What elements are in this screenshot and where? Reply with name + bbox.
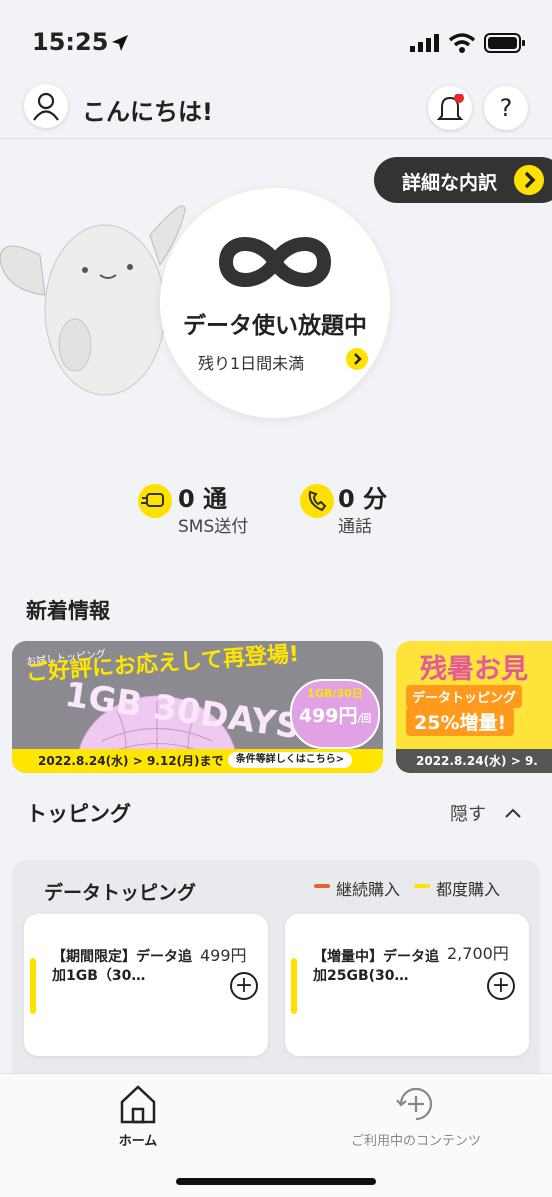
status-time: 15:25 xyxy=(32,28,109,56)
add-icon[interactable]: + xyxy=(487,972,515,1000)
product-price: 2,700円 xyxy=(447,944,509,963)
sms-icon xyxy=(138,484,172,518)
help-label: ? xyxy=(499,94,513,122)
detail-breakdown-button[interactable]: 詳細な内訳 xyxy=(374,157,552,203)
detail-breakdown-label: 詳細な内訳 xyxy=(402,172,498,194)
banner1-period: 2022.8.24(水) > 9.12(月)まで xyxy=(38,754,224,768)
product-name: 【増量中】データ追加25GB(30… xyxy=(313,949,439,984)
phone-icon xyxy=(300,484,334,518)
home-indicator xyxy=(176,1178,376,1185)
bell-icon xyxy=(437,94,464,120)
home-icon xyxy=(120,1085,156,1124)
data-status-title: データ使い放題中 xyxy=(183,313,367,339)
product-price: 499円 xyxy=(200,946,247,965)
call-label: 通話 xyxy=(338,517,372,537)
nav-home-label: ホーム xyxy=(118,1134,158,1149)
banner2-sub2: 25%増量! xyxy=(406,707,515,736)
banner2-sub1: データトッピング xyxy=(406,685,523,708)
nav-home[interactable]: ホーム xyxy=(100,1082,176,1152)
data-status-card[interactable]: データ使い放題中 残り1日間未満 xyxy=(160,188,390,418)
legend-each-marker xyxy=(414,884,430,888)
refresh-plus-icon xyxy=(396,1087,433,1121)
banner2-period: 2022.8.24(水) > 9. xyxy=(416,754,538,768)
data-topping-title: データトッピング xyxy=(44,882,197,904)
topping-toggle-label: 隠す xyxy=(450,804,486,825)
greeting-text: こんにちは! xyxy=(82,98,213,126)
signal-icon xyxy=(410,34,439,52)
user-icon xyxy=(33,92,59,121)
profile-button[interactable] xyxy=(24,84,68,128)
nav-contents[interactable]: ご利用中のコンテンツ xyxy=(334,1082,498,1152)
wifi-icon xyxy=(448,33,476,53)
sms-label: SMS送付 xyxy=(178,517,249,537)
chevron-right-icon xyxy=(346,348,368,370)
topping-toggle[interactable]: 隠す xyxy=(450,800,523,826)
add-icon[interactable]: + xyxy=(230,972,258,1000)
chevron-up-icon xyxy=(505,808,521,818)
data-topping-panel: データトッピング 継続購入 都度購入 【期間限定】データ追加1GB（30… 49… xyxy=(12,860,540,1100)
news-banner-summer[interactable]: 残暑お見 データトッピング 25%増量! 2022.8.24(水) > 9. xyxy=(396,641,552,773)
banner1-price-badge: 1GB/30日 499円/回 xyxy=(290,679,380,749)
banner1-link[interactable]: 条件等詳しくはこちら> xyxy=(228,752,352,768)
topping-section-title: トッピング xyxy=(26,802,131,826)
battery-icon xyxy=(484,33,525,53)
infinity-icon xyxy=(218,237,332,287)
legend-continuous-label: 継続購入 xyxy=(336,880,401,899)
banner1-price-unit: /回 xyxy=(357,714,372,725)
legend-each-label: 都度購入 xyxy=(436,880,501,899)
purchase-type-bar xyxy=(291,958,297,1014)
chevron-right-icon xyxy=(514,165,544,195)
banner2-headline: 残暑お見 xyxy=(420,654,528,685)
app-header: こんにちは! ? xyxy=(0,80,552,139)
banner1-footer: 2022.8.24(水) > 9.12(月)まで 条件等詳しくはこちら> xyxy=(12,749,383,773)
purchase-type-bar xyxy=(30,958,36,1014)
status-bar: 15:25 xyxy=(0,0,552,80)
call-minutes: 0 分 xyxy=(338,485,388,513)
sms-count: 0 通 xyxy=(178,485,228,513)
notification-button[interactable] xyxy=(428,86,472,130)
banner1-price: 499円 xyxy=(298,705,358,727)
product-name: 【期間限定】データ追加1GB（30… xyxy=(52,949,192,984)
nav-contents-label: ご利用中のコンテンツ xyxy=(350,1134,481,1149)
location-icon xyxy=(112,35,128,51)
product-card[interactable]: 【増量中】データ追加25GB(30… 2,700円 + xyxy=(285,914,529,1056)
banner1-price-top: 1GB/30日 xyxy=(307,687,363,700)
news-section-title: 新着情報 xyxy=(26,599,110,623)
news-banner-1gb[interactable]: お試しトッピング ご好評にお応えして再登場! 1GB 30DAYS 1GB/30… xyxy=(12,641,383,773)
help-button[interactable]: ? xyxy=(484,86,528,130)
data-remaining-text: 残り1日間未満 xyxy=(198,354,305,373)
legend-continuous-marker xyxy=(314,884,330,888)
banner2-footer: 2022.8.24(水) > 9. xyxy=(396,749,552,773)
product-card[interactable]: 【期間限定】データ追加1GB（30… 499円 + xyxy=(24,914,268,1056)
